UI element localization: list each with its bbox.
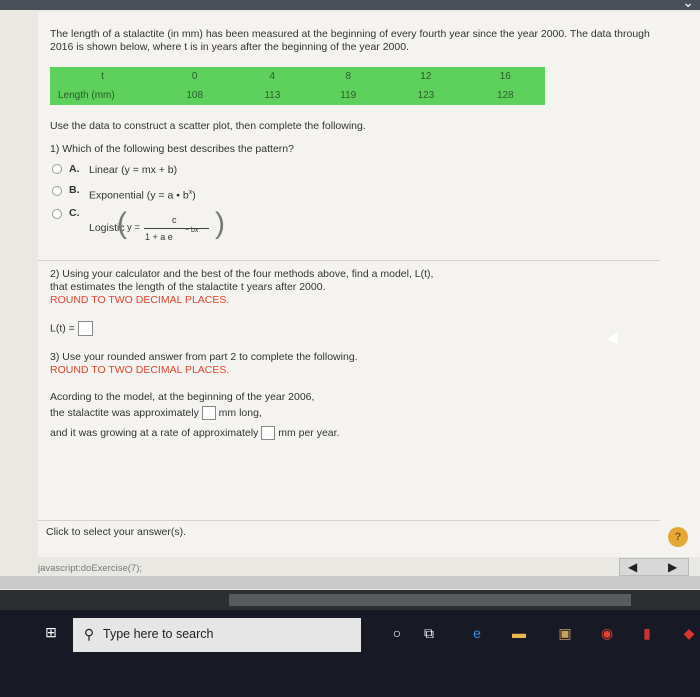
part3-line1: Acording to the model, at the beginning … (50, 391, 315, 403)
part3-line3-text: and it was growing at a rate of approxim… (50, 426, 259, 439)
option-letter-b: B. (69, 184, 80, 196)
formula-numerator: c (172, 215, 177, 225)
part2-round-note: ROUND TO TWO DECIMAL PLACES. (50, 294, 230, 306)
part3-line2-unit: mm long, (218, 406, 262, 419)
length-answer-box[interactable] (201, 406, 216, 420)
fraction-bar (144, 228, 209, 229)
option-letter-a: A. (69, 163, 80, 175)
windows-start-icon[interactable]: ⊞ (42, 624, 60, 642)
formula-denominator: 1 + a e (145, 232, 173, 242)
help-icon[interactable]: ? (668, 527, 688, 547)
logistic-formula: ( y = c 1 + a e − bx ) (117, 207, 232, 247)
part2-line1: 2) Using your calculator and the best of… (50, 268, 434, 280)
scrollbar-thumb[interactable] (229, 594, 631, 606)
question-nav-control: ◀ ▶ (619, 558, 689, 576)
option-b-label[interactable]: Exponential (y = a • bx) (89, 189, 196, 202)
next-arrow-icon[interactable]: ▶ (668, 560, 677, 574)
radio-option-b[interactable] (52, 186, 62, 196)
section-divider (38, 260, 660, 261)
prev-arrow-icon[interactable]: ◀ (628, 560, 637, 574)
status-link: javascript:doExercise(7); (38, 563, 143, 574)
chrome-icon[interactable]: ◉ (598, 625, 616, 643)
option-b-text: Exponential (y = a • b (89, 189, 189, 202)
table-cell: 8 (345, 71, 351, 82)
option-a-label[interactable]: Linear (y = mx + b) (89, 164, 177, 176)
footer-divider (38, 520, 660, 521)
question-text: The length of a stalactite (in mm) has b… (50, 28, 650, 53)
table-header-t: t (101, 71, 104, 82)
radio-option-a[interactable] (52, 164, 62, 174)
option-letter-c: C. (69, 207, 80, 219)
cortana-icon[interactable]: ○ (388, 625, 406, 643)
browser-top-strip: ⌄ (0, 0, 700, 10)
table-cell: 128 (496, 90, 514, 101)
table-cell: 113 (264, 90, 281, 101)
table-cell: 119 (340, 90, 357, 101)
select-answer-prompt: Click to select your answer(s). (46, 526, 187, 538)
formula-right-paren: ) (215, 207, 225, 240)
radio-option-c[interactable] (52, 209, 62, 219)
table-cell: 16 (499, 71, 511, 82)
table-cell: 123 (417, 90, 435, 101)
table-row: t 0 4 8 12 16 (50, 67, 545, 86)
option-b-close-paren: ) (192, 189, 196, 202)
app-icon-2[interactable]: ◆ (680, 625, 698, 643)
part3-line3: and it was growing at a rate of approxim… (50, 426, 339, 440)
table-header-length: Length (mm) (58, 90, 115, 101)
formula-y: y = (127, 222, 140, 233)
app-icon[interactable]: ▮ (640, 625, 654, 643)
part3-line2: the stalactite was approximately mm long… (50, 406, 262, 420)
edge-icon[interactable]: e (468, 625, 486, 643)
formula-exponent: − bx (185, 227, 199, 234)
lt-label: L(t) = (50, 322, 75, 335)
table-cell: 12 (420, 71, 432, 82)
instructions-text: Use the data to construct a scatter plot… (50, 120, 366, 132)
table-cell: 4 (269, 71, 276, 82)
task-view-icon[interactable]: ⧉ (420, 625, 438, 643)
part2-line2: that estimates the length of the stalact… (50, 281, 326, 293)
table-row: Length (mm) 108 113 119 123 128 (50, 86, 545, 105)
data-table: t 0 4 8 12 16 Length (mm) 108 113 119 12… (50, 67, 545, 105)
part3-round-note: ROUND TO TWO DECIMAL PLACES. (50, 364, 230, 376)
table-cell: 108 (186, 90, 204, 101)
part1-prompt: 1) Which of the following best describes… (50, 143, 294, 155)
part3-line3-unit: mm per year. (278, 426, 340, 439)
chevron-down-icon[interactable]: ⌄ (682, 0, 694, 11)
rate-answer-box[interactable] (261, 426, 276, 440)
search-icon: ⚲ (83, 626, 95, 642)
lt-answer-box[interactable] (77, 321, 93, 336)
page-bottom-band (0, 576, 700, 589)
formula-left-paren: ( (117, 207, 127, 240)
lt-row: L(t) = (50, 321, 93, 336)
table-cell: 0 (191, 71, 198, 82)
search-placeholder[interactable]: Type here to search (103, 627, 213, 641)
file-explorer-icon[interactable]: ▬ (510, 625, 528, 643)
part3-prompt: 3) Use your rounded answer from part 2 t… (50, 351, 358, 363)
part3-line2-text: the stalactite was approximately (50, 406, 199, 419)
store-icon[interactable]: ▣ (556, 625, 574, 643)
